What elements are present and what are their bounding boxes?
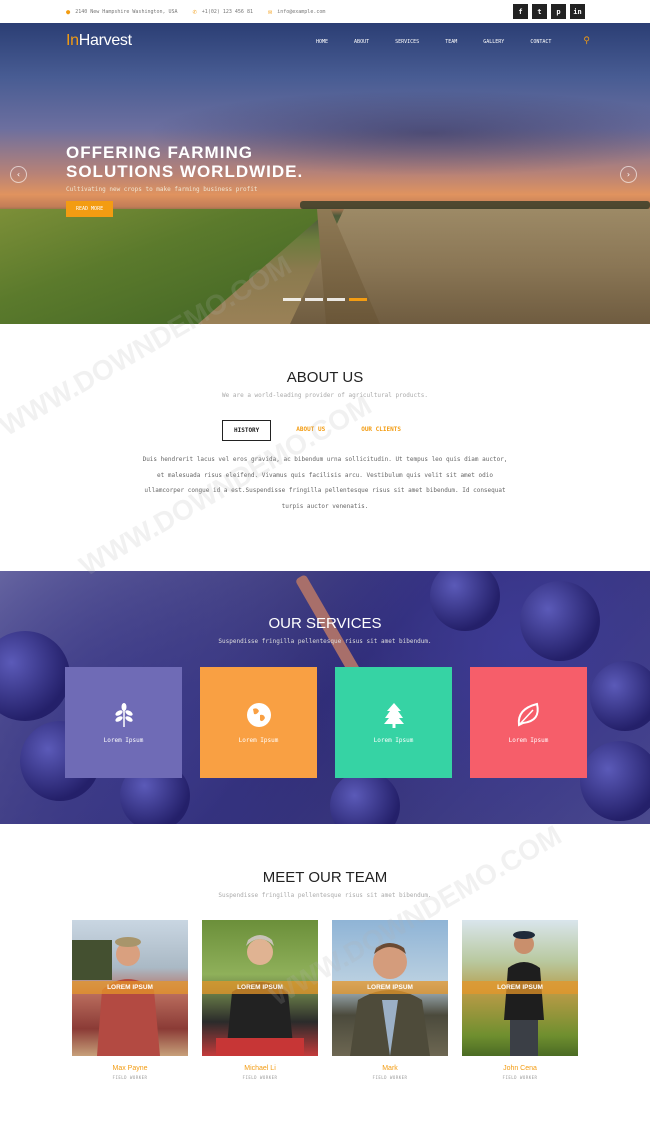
service-label: Lorem Ipsum <box>103 737 144 744</box>
member-photo: LOREM IPSUM <box>72 920 188 1056</box>
facebook-icon[interactable]: f <box>513 4 528 19</box>
nav-contact[interactable]: CONTACT <box>530 39 551 46</box>
globe-icon <box>246 703 271 727</box>
service-label: Lorem Ipsum <box>238 737 279 744</box>
hero-treeline <box>300 201 650 209</box>
service-card[interactable]: Lorem Ipsum <box>200 667 317 778</box>
email-info[interactable]: ✉ info@example.com <box>268 8 325 16</box>
member-role: FIELD WORKER <box>372 1075 408 1080</box>
slider-dots <box>283 298 367 301</box>
member-name[interactable]: Max Payne <box>72 1065 188 1072</box>
about-body-text: Duis hendrerit lacus vel eros gravida, a… <box>142 456 508 510</box>
team-member-card[interactable]: LOREM IPSUM Mark FIELD WORKER <box>332 920 448 1080</box>
about-subtitle: We are a world-leading provider of agric… <box>222 392 428 399</box>
member-name[interactable]: Mark <box>332 1065 448 1072</box>
member-overlay-label: LOREM IPSUM <box>462 981 578 994</box>
grape-decor <box>590 661 650 731</box>
phone-text[interactable]: +1(02) 123 456 81 <box>202 9 253 15</box>
main-navbar: InHarvest HOME ABOUT SERVICES TEAM GALLE… <box>0 23 650 63</box>
team-member-card[interactable]: LOREM IPSUM John Cena FIELD WORKER <box>462 920 578 1080</box>
phone-icon: ✆ <box>192 7 197 16</box>
address-text: 2140 New Hampshire Washington, USA <box>75 8 178 15</box>
member-overlay-label: LOREM IPSUM <box>202 981 318 994</box>
nav-gallery[interactable]: GALLERY <box>483 39 504 46</box>
leaf-branch-icon <box>114 703 133 727</box>
linkedin-icon[interactable]: in <box>570 4 585 19</box>
grape-decor <box>330 771 400 824</box>
member-role: FIELD WORKER <box>112 1075 148 1080</box>
service-label: Lorem Ipsum <box>508 737 549 744</box>
social-links: f t p in <box>513 4 585 19</box>
member-overlay-label: LOREM IPSUM <box>72 981 188 994</box>
team-member-card[interactable]: LOREM IPSUM Max Payne FIELD WORKER <box>72 920 188 1080</box>
team-member-card[interactable]: LOREM IPSUM Michael Li FIELD WORKER <box>202 920 318 1080</box>
member-photo: LOREM IPSUM <box>462 920 578 1056</box>
team-title: MEET OUR TEAM <box>262 869 388 886</box>
prev-slide-arrow-icon[interactable]: ‹ <box>10 166 27 183</box>
address-info: ● 2140 New Hampshire Washington, USA <box>66 8 178 16</box>
twitter-icon[interactable]: t <box>532 4 547 19</box>
top-info-bar: ● 2140 New Hampshire Washington, USA ✆ +… <box>0 0 650 23</box>
tab-our-clients[interactable]: OUR CLIENTS <box>350 420 412 441</box>
site-logo[interactable]: InHarvest <box>66 32 132 50</box>
hero-caption: OFFERING FARMING SOLUTIONS WORLDWIDE. Cu… <box>66 143 326 217</box>
pine-tree-icon <box>383 703 404 728</box>
hero-slider: InHarvest HOME ABOUT SERVICES TEAM GALLE… <box>0 23 650 324</box>
nav-home[interactable]: HOME <box>316 39 328 46</box>
tab-history[interactable]: HISTORY <box>222 420 272 441</box>
about-tabs: HISTORY ABOUT US OUR CLIENTS <box>222 420 412 441</box>
member-name[interactable]: John Cena <box>462 1065 578 1072</box>
slide-dot-active[interactable] <box>349 298 367 301</box>
grape-decor <box>580 741 650 821</box>
read-more-button[interactable]: READ MORE <box>66 201 114 217</box>
service-label: Lorem Ipsum <box>373 737 414 744</box>
team-subtitle: Suspendisse fringilla pellentesque risus… <box>218 892 432 899</box>
email-text[interactable]: info@example.com <box>277 9 325 15</box>
search-icon[interactable]: ⚲ <box>583 36 590 46</box>
member-photo: LOREM IPSUM <box>202 920 318 1056</box>
team-grid: LOREM IPSUM Max Payne FIELD WORKER LOREM… <box>72 920 578 1080</box>
services-section: OUR SERVICES Suspendisse fringilla pelle… <box>0 571 650 824</box>
member-role: FIELD WORKER <box>242 1075 278 1080</box>
next-slide-arrow-icon[interactable]: › <box>620 166 637 183</box>
member-name[interactable]: Michael Li <box>202 1065 318 1072</box>
nav-menu: HOME ABOUT SERVICES TEAM GALLERY CONTACT… <box>316 36 590 46</box>
pinterest-icon[interactable]: p <box>551 4 566 19</box>
member-overlay-label: LOREM IPSUM <box>332 981 448 994</box>
nav-services[interactable]: SERVICES <box>395 39 419 46</box>
service-card[interactable]: Lorem Ipsum <box>65 667 182 778</box>
services-title: OUR SERVICES <box>268 615 382 632</box>
slide-dot[interactable] <box>305 298 323 301</box>
hero-subtitle: Cultivating new crops to make farming bu… <box>66 186 258 193</box>
slide-dot[interactable] <box>283 298 301 301</box>
service-card[interactable]: Lorem Ipsum <box>335 667 452 778</box>
hero-title: OFFERING FARMING SOLUTIONS WORLDWIDE. <box>66 143 304 181</box>
nav-about[interactable]: ABOUT <box>354 39 369 46</box>
mail-icon: ✉ <box>267 7 273 16</box>
nav-team[interactable]: TEAM <box>445 39 457 46</box>
hero-field-left <box>0 209 330 324</box>
service-card[interactable]: Lorem Ipsum <box>470 667 587 778</box>
member-role: FIELD WORKER <box>502 1075 538 1080</box>
tab-about-us[interactable]: ABOUT US <box>285 420 336 441</box>
phone-info[interactable]: ✆ +1(02) 123 456 81 <box>193 8 253 16</box>
about-title: ABOUT US <box>286 369 364 386</box>
leaf-icon <box>517 702 539 727</box>
slide-dot[interactable] <box>327 298 345 301</box>
services-subtitle: Suspendisse fringilla pellentesque risus… <box>218 638 432 645</box>
member-photo: LOREM IPSUM <box>332 920 448 1056</box>
service-cards: Lorem Ipsum Lorem Ipsum Lorem Ipsum Lore… <box>65 667 587 778</box>
map-pin-icon: ● <box>66 7 71 16</box>
